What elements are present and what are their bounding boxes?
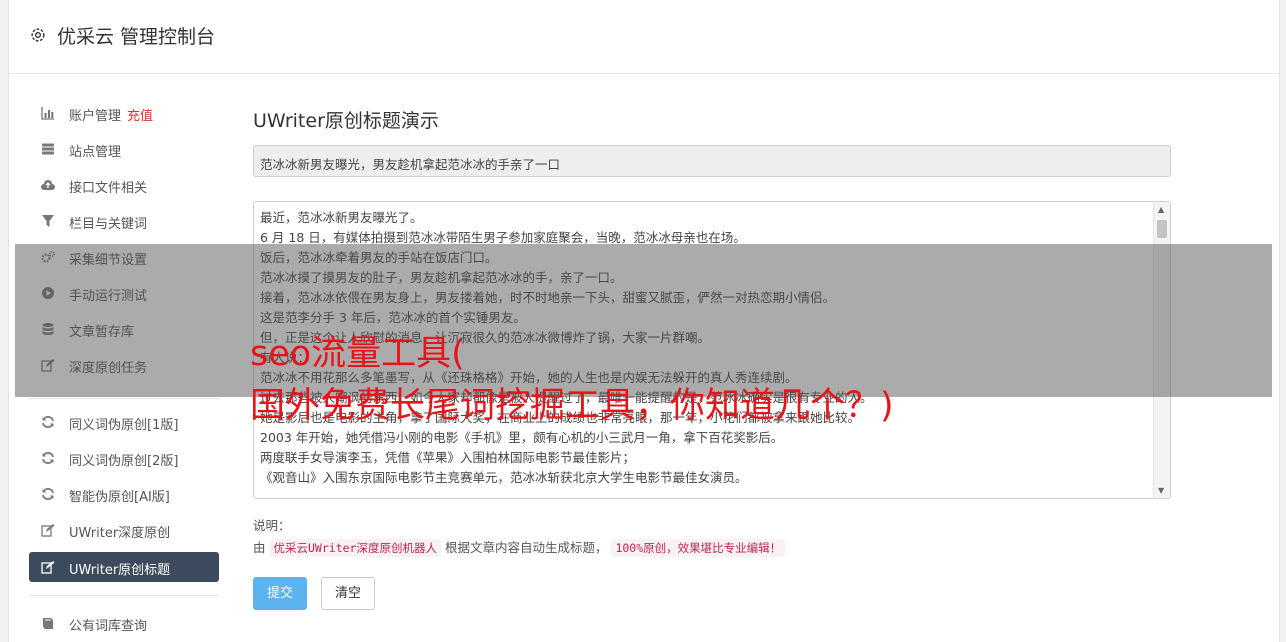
overlay-line-1: seo流量工具( (250, 334, 465, 374)
sidebar-divider (29, 398, 219, 399)
sidebar-item-label: UWriter深度原创 (69, 526, 171, 541)
refresh-icon (42, 488, 54, 500)
edit-icon (41, 561, 55, 574)
bar-chart-icon (41, 107, 54, 120)
content-line: 两度联手女导演李玉，凭借《苹果》入围柏林国际电影节最佳影片； (260, 450, 636, 465)
scroll-up-icon[interactable]: ▲ (1158, 205, 1164, 214)
sidebar-item-interface[interactable]: 接口文件相关 (29, 170, 219, 200)
overlay-line-2: 国外免费长尾词挖掘工具，你知道几个？) (250, 386, 894, 426)
sidebar-item-synonym-v1[interactable]: 同义词伪原创[1版] (29, 407, 219, 437)
sidebar-item-synonym-v2[interactable]: 同义词伪原创[2版] (29, 443, 219, 473)
refresh-icon (42, 452, 54, 464)
sidebar-divider (29, 595, 219, 596)
scroll-down-icon[interactable]: ▼ (1158, 486, 1164, 495)
content-line: 《观音山》入围东京国际电影节主竞赛单元，范冰冰斩获北京大学生电影节最佳女演员。 (260, 470, 748, 485)
gear-icon (31, 28, 45, 42)
sidebar-item-label: 栏目与关键词 (69, 217, 148, 232)
sidebar-item-ai-rewrite[interactable]: 智能伪原创[AI版] (29, 479, 219, 509)
sidebar-item-public-lexicon[interactable]: 公有词库查询 (29, 608, 219, 638)
note-tag-robot: 优采云UWriter深度原创机器人 (269, 539, 441, 557)
server-icon (42, 143, 54, 155)
app-title: 优采云 管理控制台 (57, 26, 216, 48)
note-middle: 根据文章内容自动生成标题， (444, 540, 608, 555)
note-label: 说明： (253, 518, 291, 533)
edit-icon (41, 524, 55, 537)
note-text: 由 优采云UWriter深度原创机器人 根据文章内容自动生成标题， 100%原创… (253, 537, 786, 557)
sidebar-item-label: UWriter原创标题 (69, 563, 171, 578)
filter-icon (42, 215, 54, 227)
content-line: 最近，范冰冰新男友曝光了。 (260, 210, 423, 225)
submit-button[interactable]: 提交 (253, 577, 307, 610)
book-icon (43, 618, 53, 629)
scroll-thumb[interactable] (1157, 220, 1167, 238)
sidebar-item-label: 智能伪原创[AI版] (69, 490, 170, 505)
sidebar-item-label: 同义词伪原创[2版] (69, 454, 179, 469)
sidebar-item-uwriter-deep[interactable]: UWriter深度原创 (29, 515, 219, 545)
refresh-icon (42, 416, 54, 428)
sidebar-item-label: 接口文件相关 (69, 181, 148, 196)
cloud-upload-icon (41, 180, 55, 190)
title-input[interactable]: 范冰冰新男友曝光，男友趁机拿起范冰冰的手亲了一口 (253, 145, 1171, 177)
recharge-link[interactable]: 充值 (127, 109, 153, 124)
sidebar-item-account[interactable]: 账户管理 充值 (29, 98, 219, 128)
note-prefix: 由 (253, 540, 266, 555)
page-title: UWriter原创标题演示 (253, 110, 439, 132)
header: 优采云 管理控制台 (9, 0, 1279, 74)
sidebar-item-keywords[interactable]: 栏目与关键词 (29, 206, 219, 236)
sidebar-item-sites[interactable]: 站点管理 (29, 134, 219, 164)
sidebar-item-label: 同义词伪原创[1版] (69, 418, 179, 433)
sidebar-item-label: 站点管理 (69, 145, 122, 160)
sidebar-item-label: 公有词库查询 (69, 619, 148, 634)
sidebar-item-label: 账户管理 (69, 109, 122, 124)
overlay-headline: seo流量工具( 国外免费长尾词挖掘工具，你知道几个？) (250, 328, 894, 432)
note-tag-original: 100%原创，效果堪比专业编辑！ (611, 539, 786, 557)
sidebar-item-uwriter-title[interactable]: UWriter原创标题 (29, 552, 219, 582)
clear-button[interactable]: 清空 (321, 577, 375, 610)
